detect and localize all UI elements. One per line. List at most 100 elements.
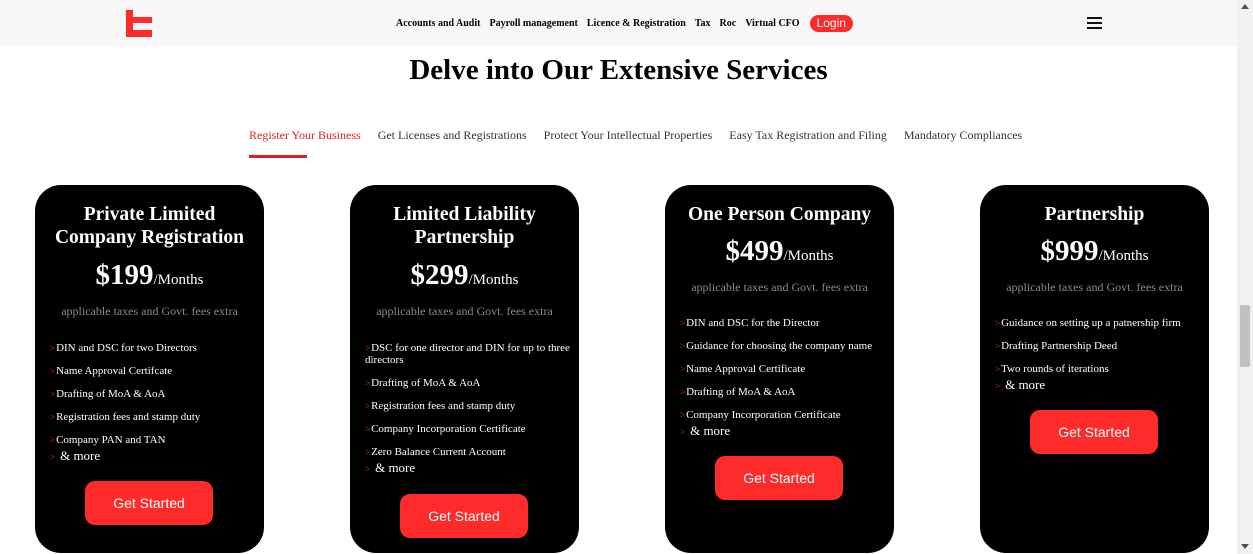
feature-item: >Two rounds of iterations (995, 363, 1200, 375)
card-title: Limited Liability Partnership (350, 203, 579, 249)
nav-link-accounts-audit[interactable]: Accounts and Audit (396, 18, 480, 29)
brand-logo-icon[interactable] (124, 8, 154, 38)
feature-text: Name Approval Certificate (686, 363, 806, 375)
card-price: $199/Months (35, 259, 264, 292)
arrow-right-icon: > (365, 447, 371, 457)
tab-tax-registration[interactable]: Easy Tax Registration and Filing (729, 128, 887, 143)
arrow-right-icon: > (995, 364, 1001, 374)
nav-link-virtual-cfo[interactable]: Virtual CFO (745, 18, 799, 29)
arrow-right-icon: > (680, 318, 686, 328)
arrow-right-icon: > (365, 464, 371, 474)
section-title: Delve into Our Extensive Services (409, 54, 828, 86)
price-period: /Months (468, 272, 519, 288)
page-scrollbar[interactable] (1237, 0, 1253, 554)
feature-item: >Guidance on setting up a patnership fir… (995, 317, 1200, 329)
scroll-up-arrow-icon[interactable] (1241, 4, 1249, 9)
arrow-right-icon: > (50, 366, 56, 376)
feature-text: Company PAN and TAN (56, 434, 166, 446)
price-period: /Months (783, 248, 834, 264)
scrollbar-thumb[interactable] (1240, 305, 1250, 367)
feature-list: >Guidance on setting up a patnership fir… (995, 317, 1200, 393)
feature-item: >Guidance for choosing the company name (680, 340, 885, 352)
price-amount: $299 (410, 259, 469, 291)
feature-item: >Name Approval Certifcate (50, 365, 255, 377)
arrow-right-icon: > (680, 341, 686, 351)
feature-text: Registration fees and stamp duty (371, 400, 516, 412)
feature-item: >Company PAN and TAN (50, 434, 255, 446)
feature-list: >DIN and DSC for the Director >Guidance … (680, 317, 885, 439)
feature-text: Registration fees and stamp duty (56, 411, 201, 423)
pricing-card-one-person-company: One Person Company $499/Months applicabl… (665, 185, 894, 553)
arrow-right-icon: > (680, 427, 686, 437)
nav-link-licence[interactable]: Licence & Registration (587, 18, 686, 29)
arrow-right-icon: > (995, 318, 1001, 328)
get-started-button[interactable]: Get Started (400, 494, 528, 538)
scroll-down-arrow-icon[interactable] (1241, 544, 1249, 549)
more-features: > & more (995, 378, 1200, 393)
feature-text: DIN and DSC for two Directors (56, 342, 197, 354)
more-text: & more (60, 448, 101, 463)
price-amount: $199 (95, 259, 154, 291)
more-text: & more (1005, 377, 1046, 392)
get-started-button[interactable]: Get Started (715, 456, 843, 500)
feature-text: Drafting of MoA & AoA (686, 386, 796, 398)
feature-item: >Registration fees and stamp duty (50, 411, 255, 423)
nav-link-roc[interactable]: Roc (720, 18, 737, 29)
service-tabs: Register Your Business Get Licenses and … (249, 128, 1039, 143)
arrow-right-icon: > (50, 343, 56, 353)
card-title: Partnership (980, 203, 1209, 226)
arrow-right-icon: > (680, 410, 686, 420)
feature-text: Drafting of MoA & AoA (56, 388, 166, 400)
get-started-button[interactable]: Get Started (1030, 410, 1158, 454)
feature-text: Drafting of MoA & AoA (371, 377, 481, 389)
nav-links: Accounts and Audit Payroll management Li… (396, 14, 853, 32)
pricing-card-private-limited: Private Limited Company Registration $19… (35, 185, 264, 553)
feature-item: >DIN and DSC for two Directors (50, 342, 255, 354)
nav-link-tax[interactable]: Tax (695, 18, 711, 29)
card-fees-note: applicable taxes and Govt. fees extra (691, 280, 868, 294)
price-amount: $499 (725, 235, 784, 267)
card-fees-note: applicable taxes and Govt. fees extra (1006, 280, 1183, 294)
feature-item: >Company Incorporation Certificate (680, 409, 885, 421)
card-title-line: Partnership (414, 227, 515, 248)
arrow-right-icon: > (365, 378, 371, 388)
feature-text: DIN and DSC for the Director (686, 317, 820, 329)
card-title: One Person Company (665, 203, 894, 226)
arrow-right-icon: > (365, 424, 371, 434)
arrow-right-icon: > (50, 389, 56, 399)
hamburger-menu-icon[interactable] (1087, 17, 1102, 29)
price-period: /Months (1098, 248, 1149, 264)
feature-text: Drafting Partnership Deed (1001, 340, 1118, 352)
card-title-line: Partnership (1044, 204, 1145, 225)
tab-mandatory-compliances[interactable]: Mandatory Compliances (904, 128, 1022, 143)
card-price: $999/Months (980, 235, 1209, 268)
feature-text: Guidance on setting up a patnership firm (1001, 317, 1181, 329)
arrow-right-icon: > (50, 452, 56, 462)
feature-item: >Drafting Partnership Deed (995, 340, 1200, 352)
card-fees-note: applicable taxes and Govt. fees extra (376, 304, 553, 318)
price-period: /Months (153, 272, 204, 288)
feature-item: >Name Approval Certificate (680, 363, 885, 375)
arrow-right-icon: > (995, 381, 1001, 391)
card-fees-note: applicable taxes and Govt. fees extra (61, 304, 238, 318)
arrow-right-icon: > (365, 401, 371, 411)
feature-item: >Drafting of MoA & AoA (365, 377, 570, 389)
login-button[interactable]: Login (809, 14, 853, 32)
card-title-line: Private Limited (83, 204, 216, 225)
feature-list: >DSC for one director and DIN for up to … (365, 342, 570, 476)
arrow-right-icon: > (680, 387, 686, 397)
feature-text: Two rounds of iterations (1001, 363, 1109, 375)
nav-link-payroll[interactable]: Payroll management (489, 18, 577, 29)
tab-intellectual-properties[interactable]: Protect Your Intellectual Properties (544, 128, 713, 143)
tab-register-business[interactable]: Register Your Business (249, 128, 361, 143)
more-features: > & more (365, 461, 570, 476)
more-text: & more (375, 460, 416, 475)
card-title: Private Limited Company Registration (35, 203, 264, 249)
more-text: & more (690, 423, 731, 438)
pricing-card-llp: Limited Liability Partnership $299/Month… (350, 185, 579, 553)
get-started-button[interactable]: Get Started (85, 481, 213, 525)
feature-list: >DIN and DSC for two Directors >Name App… (50, 342, 255, 464)
tab-licenses-registrations[interactable]: Get Licenses and Registrations (378, 128, 527, 143)
card-title-line: Limited Liability (393, 204, 536, 225)
feature-text: Name Approval Certifcate (56, 365, 173, 377)
